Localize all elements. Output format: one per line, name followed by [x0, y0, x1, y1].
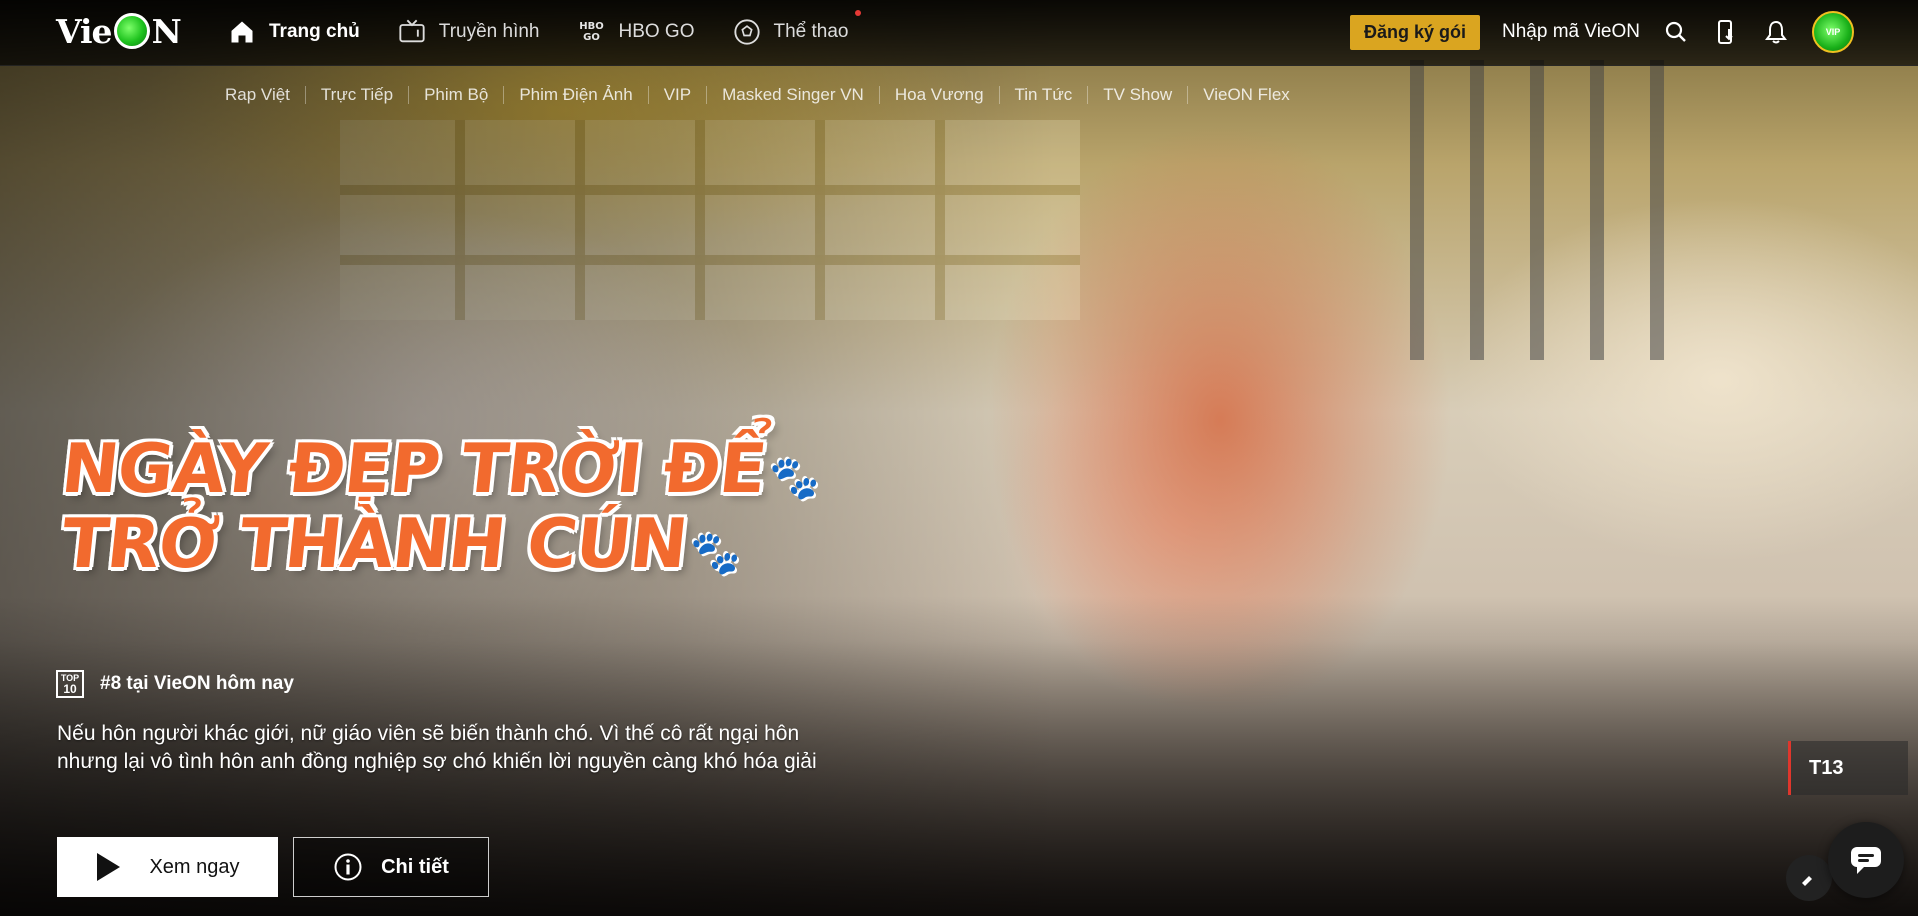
subnav-item[interactable]: Masked Singer VN [706, 86, 879, 104]
subscribe-button[interactable]: Đăng ký gói [1349, 14, 1480, 50]
play-icon [97, 853, 121, 881]
logo-text-vie: Vie [56, 11, 113, 51]
avatar-vip-badge: VIP [1825, 27, 1841, 37]
subnav-item[interactable]: Hoa Vương [878, 86, 999, 104]
bell-icon[interactable] [1762, 18, 1790, 46]
nav-item-label: Thể thao [773, 21, 849, 42]
chat-bubble-icon [1851, 847, 1881, 874]
subnav-item[interactable]: Trực Tiếp [304, 86, 408, 104]
paw-icon: 🐾 [765, 453, 823, 502]
info-icon [334, 853, 362, 881]
paw-icon: 🐾 [686, 528, 744, 577]
subnav-item[interactable]: TV Show [1087, 86, 1187, 104]
watch-now-label: Xem ngay [149, 855, 240, 878]
logo-ball-icon [113, 13, 150, 49]
subnav-item[interactable]: VieON Flex [1187, 86, 1305, 104]
subnav-item[interactable]: Tin Tức [998, 86, 1088, 104]
nav-item-tv[interactable]: Truyền hình [398, 18, 540, 46]
nav-item-label: HBO GO [618, 21, 695, 42]
feedback-icon[interactable] [1786, 855, 1832, 901]
home-icon [231, 21, 253, 43]
nav-item-sports[interactable]: Thể thao [733, 10, 861, 46]
rank-text: #8 tại VieON hôm nay [100, 673, 294, 694]
watch-now-button[interactable]: Xem ngay [57, 837, 278, 897]
header-actions: Đăng ký gói Nhập mã VieON VIP [1349, 0, 1854, 64]
top10-icon-number: 10 [63, 682, 77, 696]
subnav-item[interactable]: Phim Điện Ảnh [503, 86, 647, 104]
details-label: Chi tiết [381, 855, 449, 878]
hero-actions: Xem ngay Chi tiết [57, 837, 489, 897]
age-rating-badge: T13 [1788, 741, 1908, 795]
notification-dot [854, 10, 861, 16]
nav-item-label: Trang chủ [269, 21, 360, 42]
nav-item-label: Truyền hình [438, 21, 540, 42]
page: Vie N Trang chủ Truyền hình HBO GO HBO GO… [0, 0, 1918, 916]
soccer-ball-icon [733, 19, 760, 45]
title-line-1-text: NGÀY ĐẸP TRỜI ĐỂ [57, 430, 770, 509]
download-icon[interactable] [1712, 18, 1740, 46]
chat-support-button[interactable] [1828, 822, 1904, 898]
age-rating-text: T13 [1809, 756, 1844, 779]
title-line-1: NGÀY ĐẸP TRỜI ĐỂ🐾 [58, 430, 822, 509]
hbo-icon: HBO GO [579, 21, 604, 43]
details-button[interactable]: Chi tiết [293, 837, 489, 897]
redeem-code-link[interactable]: Nhập mã VieON [1502, 21, 1640, 43]
main-nav: Trang chủ Truyền hình HBO GO HBO GO Thể t… [228, 0, 861, 64]
nav-item-home[interactable]: Trang chủ [228, 18, 360, 46]
tv-icon [399, 19, 425, 43]
category-subnav: Rap Việt Trực Tiếp Phim Bộ Phim Điện Ảnh… [225, 86, 1305, 104]
search-icon[interactable] [1662, 18, 1690, 46]
logo-text-n: N [151, 11, 182, 51]
title-line-2-text: TRỞ THÀNH CÚN [57, 505, 691, 584]
show-description: Nếu hôn người khác giới, nữ giáo viên sẽ… [57, 722, 817, 773]
title-line-2: TRỞ THÀNH CÚN🐾 [58, 505, 743, 584]
top10-rank: TOP 10 #8 tại VieON hôm nay [56, 670, 294, 698]
subnav-item[interactable]: VIP [647, 86, 706, 104]
vieon-logo[interactable]: Vie N [56, 10, 182, 52]
top-header: Vie N Trang chủ Truyền hình HBO GO HBO GO… [0, 0, 1918, 66]
subnav-item[interactable]: Phim Bộ [408, 86, 503, 104]
user-avatar[interactable]: VIP [1812, 11, 1854, 53]
subnav-item[interactable]: Rap Việt [225, 86, 305, 104]
show-title-logo: NGÀY ĐẸP TRỜI ĐỂ🐾 TRỞ THÀNH CÚN🐾 [58, 430, 822, 630]
top10-icon: TOP 10 [56, 670, 84, 698]
nav-item-hbo[interactable]: HBO GO HBO GO [577, 21, 694, 43]
